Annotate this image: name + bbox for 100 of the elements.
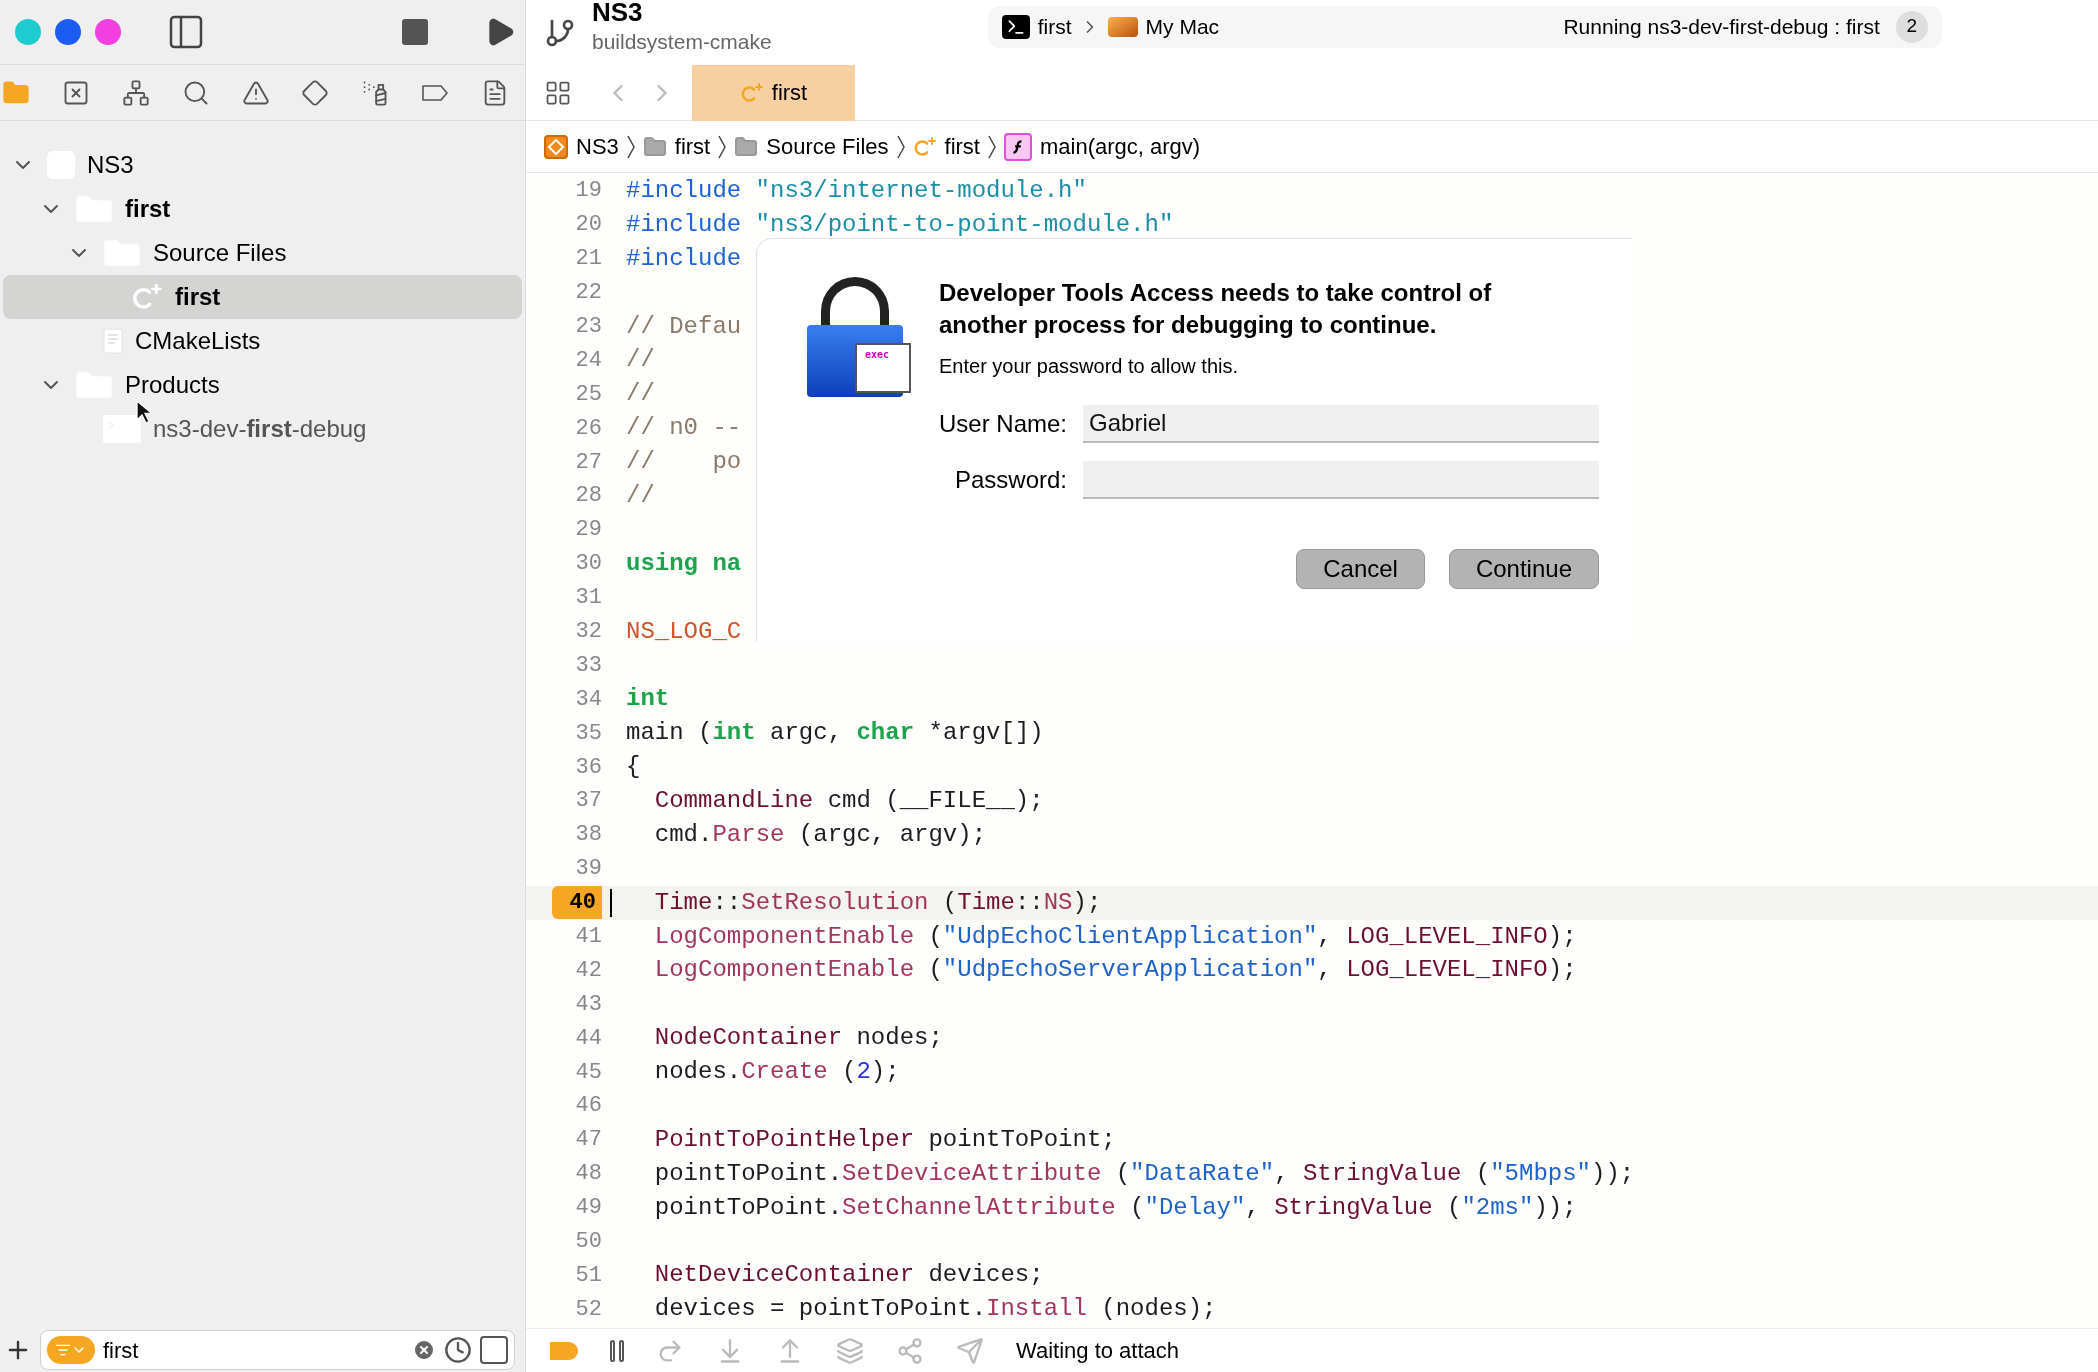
line-number: 27: [575, 448, 602, 477]
code-line: NetDeviceContainer devices;: [653, 1260, 1044, 1291]
dialog-button[interactable]: Continue: [1448, 549, 1599, 589]
code-line: {: [625, 752, 641, 783]
code-line: Time::SetResolution (Time::NS);: [653, 887, 1102, 918]
scheme-name[interactable]: first: [1037, 10, 1072, 43]
code-line: // Defau: [625, 311, 742, 342]
line-number: 46: [575, 1092, 602, 1121]
project-title: NS3: [592, 0, 644, 29]
filter-value: first: [103, 1336, 140, 1365]
item-label: first: [125, 194, 171, 224]
filter-field[interactable]: first: [40, 1330, 515, 1370]
item-label: Source Files: [153, 238, 287, 268]
hierarchy-icon: [121, 78, 150, 107]
text-cursor: [610, 888, 612, 917]
tree-item[interactable]: Products: [3, 363, 522, 407]
line-number: 43: [575, 990, 602, 1019]
code-line: cmd.Parse (argc, argv);: [653, 819, 987, 850]
line-number: 33: [575, 651, 602, 680]
line-number: 41: [575, 923, 602, 952]
line-number: 45: [575, 1058, 602, 1087]
item-label: NS3: [87, 150, 134, 180]
dialog-message: Enter your password to allow this.: [939, 354, 1240, 379]
field-label: User Name:: [939, 409, 1068, 439]
c-plus-icon: [739, 80, 764, 105]
line-number: 23: [575, 313, 602, 341]
terminal-icon: [103, 415, 141, 443]
line-number: 24: [575, 346, 602, 375]
line-number: 44: [575, 1024, 602, 1053]
code-line: #include "ns3/point-to-point-module.h": [625, 209, 1174, 240]
line-number: 21: [575, 245, 602, 274]
breadcrumb-item[interactable]: first: [944, 130, 980, 163]
app-icon: [544, 134, 568, 159]
code-line: #include "ns3/internet-module.h": [625, 175, 1087, 206]
line-number: 50: [575, 1228, 602, 1257]
tree-item[interactable]: NS3: [3, 143, 522, 187]
cursor-icon: [136, 400, 152, 424]
line-number: 29: [575, 516, 602, 545]
input-field[interactable]: Gabriel: [1083, 405, 1599, 443]
separator-icon: [896, 134, 905, 159]
destination-name[interactable]: My Mac: [1145, 10, 1220, 43]
code-line: CommandLine cmd (__FILE__);: [653, 786, 1044, 816]
line-number: 30: [575, 550, 602, 579]
breakpoints-toggle[interactable]: [550, 1341, 578, 1360]
dialog-title: Developer Tools Access needs to take control of another process for debugging to continue.: [939, 278, 1493, 340]
code-line: int: [625, 684, 670, 715]
clear-icon[interactable]: [412, 1338, 436, 1362]
pause-icon[interactable]: [610, 1339, 624, 1362]
code-line: //: [625, 379, 655, 410]
clock-icon[interactable]: [444, 1336, 472, 1364]
line-number: 47: [575, 1126, 602, 1155]
line-number: 20: [575, 211, 602, 240]
line-number: 34: [575, 685, 602, 714]
tree-item[interactable]: first: [3, 187, 522, 231]
tree-item[interactable]: first: [3, 275, 522, 319]
code-line: pointToPoint.SetChannelAttribute ("Delay", StringValue ("2ms"));: [653, 1192, 1577, 1223]
code-line: // n0 --: [625, 413, 742, 444]
breadcrumb-item[interactable]: first: [674, 130, 711, 163]
debug-status: Waiting to attach: [1016, 1337, 1180, 1365]
status-count[interactable]: 2: [1895, 10, 1928, 43]
input-field[interactable]: [1083, 461, 1599, 499]
code-line: devices = pointToPoint.Install (nodes);: [653, 1294, 1217, 1325]
code-line: #include: [625, 243, 742, 274]
code-line: pointToPoint.SetDeviceAttribute ("DataRate", StringValue ("5Mbps"));: [653, 1158, 1635, 1189]
code-line: NodeContainer nodes;: [653, 1023, 943, 1054]
code-line: nodes.Create (2);: [653, 1057, 900, 1088]
line-number: 32: [575, 618, 602, 646]
line-number: 37: [575, 787, 602, 816]
line-number: 35: [575, 719, 602, 748]
code-line: // po: [625, 447, 742, 478]
line-number: 36: [575, 753, 602, 782]
diamond-icon: [301, 78, 330, 107]
branch-name: buildsystem-cmake: [592, 28, 772, 55]
mac-icon: [1107, 16, 1138, 37]
tree-item[interactable]: CMakeLists: [3, 319, 522, 363]
code-line: //: [625, 345, 655, 376]
breadcrumb-item[interactable]: main(argc, argv): [1040, 130, 1201, 163]
breadcrumb-item[interactable]: NS3: [576, 130, 619, 163]
breadcrumb-item[interactable]: Source Files: [766, 130, 889, 163]
status-text: Running ns3-dev-first-debug : first: [1563, 13, 1880, 40]
line-number: 28: [575, 482, 602, 511]
field-label: Password:: [954, 465, 1068, 495]
line-number: 31: [575, 584, 602, 613]
folder-icon: [734, 134, 759, 159]
line-number: 51: [575, 1261, 602, 1290]
terminal-icon: [1001, 14, 1030, 39]
editor-tab[interactable]: first: [692, 64, 855, 121]
line-number: 39: [575, 855, 602, 884]
dialog-button[interactable]: Cancel: [1296, 549, 1425, 589]
tree-item[interactable]: ns3-dev-first-debug: [3, 407, 522, 451]
code-line: LogComponentEnable ("UdpEchoClientApplication", LOG_LEVEL_INFO);: [653, 921, 1577, 952]
line-number: 48: [575, 1160, 602, 1189]
line-number: 49: [575, 1194, 602, 1223]
separator-icon: [718, 134, 727, 159]
line-number[interactable]: 40: [551, 886, 602, 920]
line-number: 52: [575, 1295, 602, 1324]
code-line: PointToPointHelper pointToPoint;: [653, 1124, 1116, 1155]
line-number: 22: [575, 279, 602, 308]
c-plus-icon: [912, 134, 937, 159]
tree-item[interactable]: Source Files: [3, 231, 522, 275]
